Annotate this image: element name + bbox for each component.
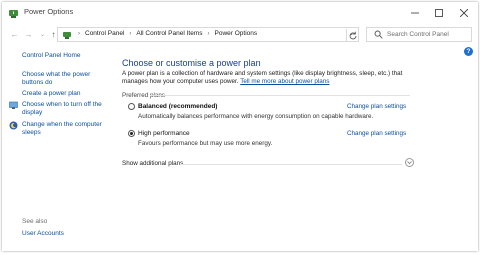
breadcrumb-separator-icon: ›: [78, 30, 80, 37]
sidebar-link-turn-off-display[interactable]: Choose when to turn off the display: [22, 101, 108, 117]
search-placeholder: Search Control Panel: [387, 31, 449, 38]
preferred-plans-divider: [150, 95, 410, 96]
balanced-plan-name[interactable]: Balanced (recommended): [138, 103, 217, 110]
sidebar-link-power-buttons[interactable]: Choose what the power buttons do: [22, 71, 112, 87]
maximize-button[interactable]: [427, 2, 451, 24]
chevron-down-icon: [407, 161, 412, 165]
navigation-bar: ← → ⌄ ↑ › Control Panel › All Control Pa…: [2, 25, 478, 45]
high-performance-change-settings-link[interactable]: Change plan settings: [347, 130, 406, 137]
refresh-button[interactable]: [346, 29, 359, 41]
control-panel-icon: [63, 32, 71, 39]
forward-arrow-icon: →: [24, 30, 33, 39]
window-title: Power Options: [24, 7, 74, 16]
tell-me-more-link[interactable]: Tell me more about power plans: [240, 78, 329, 85]
intro-text: A power plan is a collection of hardware…: [122, 70, 422, 86]
help-icon[interactable]: ?: [464, 47, 473, 56]
breadcrumb-power-options[interactable]: Power Options: [215, 30, 258, 37]
breadcrumb: › Control Panel › All Control Panel Item…: [73, 30, 257, 37]
additional-plans-divider: [180, 164, 402, 165]
power-options-icon: [9, 10, 18, 18]
minimize-icon: [411, 12, 419, 14]
breadcrumb-separator-icon: ›: [207, 30, 210, 37]
close-icon: [460, 9, 468, 17]
high-performance-plan-name[interactable]: High performance: [138, 130, 190, 137]
back-arrow-icon: ←: [10, 30, 19, 39]
breadcrumb-control-panel[interactable]: Control Panel: [85, 30, 124, 37]
refresh-icon: [349, 31, 357, 40]
high-performance-plan-radio[interactable]: [128, 130, 135, 137]
high-performance-plan-description: Favours performance but may use more ene…: [138, 140, 273, 147]
see-also-label: See also: [22, 218, 48, 225]
close-button[interactable]: [452, 2, 476, 24]
sidebar-link-computer-sleeps[interactable]: Change when the computer sleeps: [22, 121, 108, 137]
minimize-button[interactable]: [403, 2, 427, 24]
breadcrumb-all-items[interactable]: All Control Panel Items: [136, 30, 202, 37]
search-box[interactable]: Search Control Panel: [366, 27, 472, 42]
control-panel-home-link[interactable]: Control Panel Home: [22, 52, 81, 60]
sidebar-link-create-plan[interactable]: Create a power plan: [22, 90, 81, 98]
user-accounts-link[interactable]: User Accounts: [22, 230, 64, 238]
power-options-window: Power Options ← → ⌄ ↑ › Control Panel › …: [2, 2, 478, 251]
display-icon: [9, 101, 18, 109]
maximize-icon: [435, 9, 443, 17]
up-arrow-icon: ↑: [51, 30, 56, 39]
balanced-change-settings-link[interactable]: Change plan settings: [347, 103, 406, 110]
search-icon: [374, 30, 383, 39]
title-bar: Power Options: [2, 2, 478, 24]
back-button[interactable]: ←: [8, 28, 21, 41]
address-bar[interactable]: › Control Panel › All Control Panel Item…: [57, 27, 359, 42]
chevron-down-icon: ⌄: [39, 32, 46, 38]
expand-additional-plans-button[interactable]: [405, 158, 414, 167]
balanced-plan-radio[interactable]: [128, 103, 135, 110]
breadcrumb-separator-icon: ›: [129, 30, 132, 37]
sidebar: Control Panel Home Choose what the power…: [2, 46, 116, 251]
balanced-plan-description: Automatically balances performance with …: [138, 113, 374, 120]
show-additional-plans-label[interactable]: Show additional plans: [122, 160, 183, 167]
sleep-icon: [9, 121, 18, 130]
page-title: Choose or customise a power plan: [122, 58, 261, 68]
forward-button[interactable]: →: [22, 28, 35, 41]
